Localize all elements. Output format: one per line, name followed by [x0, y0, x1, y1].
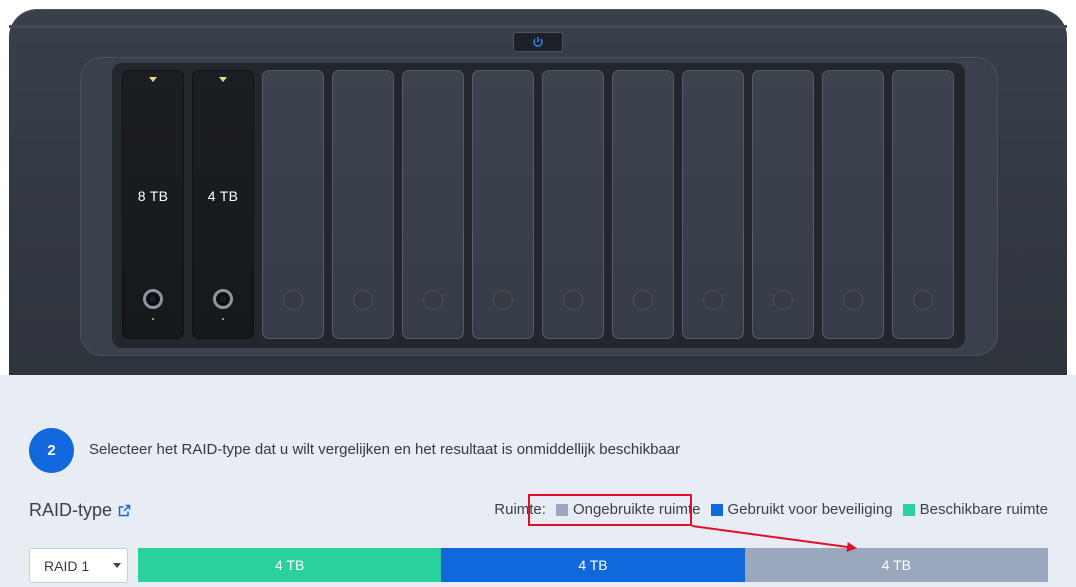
drive-lock-icon	[143, 289, 163, 309]
annotation-highlight-box	[528, 494, 692, 526]
drive-lock-icon	[213, 289, 233, 309]
legend-swatch	[710, 503, 723, 516]
bar-segment-unused: 4 TB	[744, 548, 1048, 582]
step-instruction: Selecteer het RAID-type dat u wilt verge…	[89, 441, 681, 458]
bay-lock-icon	[353, 290, 373, 310]
legend-item-protection: Gebruikt voor beveiliging	[710, 501, 893, 518]
empty-bay-7[interactable]	[542, 70, 604, 339]
drive-capacity: 4 TB	[207, 188, 239, 204]
drive-bay-2[interactable]: 4 TB	[192, 70, 254, 339]
drive-led-icon	[149, 77, 157, 82]
chevron-down-icon	[113, 563, 121, 568]
drive-led-icon	[219, 77, 227, 82]
bar-segment-available: 4 TB	[138, 548, 442, 582]
bay-lock-icon	[633, 290, 653, 310]
raid-type-selected: RAID 1	[44, 557, 90, 574]
bay-lock-icon	[493, 290, 513, 310]
raid-type-select[interactable]: RAID 1	[29, 548, 128, 583]
empty-bay-11[interactable]	[822, 70, 884, 339]
power-button	[513, 32, 563, 52]
bay-lock-icon	[283, 290, 303, 310]
nas-top-edge	[9, 25, 1067, 28]
drive-indicator-dot	[222, 318, 224, 320]
bay-lock-icon	[843, 290, 863, 310]
drive-capacity: 8 TB	[137, 188, 169, 204]
empty-bay-5[interactable]	[402, 70, 464, 339]
raid-type-heading: RAID-type	[29, 500, 131, 521]
empty-bay-3[interactable]	[262, 70, 324, 339]
raid-type-label: RAID-type	[29, 500, 113, 520]
bay-lock-icon	[563, 290, 583, 310]
legend-item-available: Beschikbare ruimte	[902, 501, 1048, 518]
bar-segment-protection: 4 TB	[441, 548, 745, 582]
legend-label: Gebruikt voor beveiliging	[727, 501, 893, 518]
drive-indicator-dot	[152, 318, 154, 320]
space-bar: 4 TB 4 TB 4 TB	[138, 548, 1048, 582]
bay-lock-icon	[703, 290, 723, 310]
empty-bay-4[interactable]	[332, 70, 394, 339]
bay-lock-icon	[913, 290, 933, 310]
empty-bay-10[interactable]	[752, 70, 814, 339]
empty-bay-8[interactable]	[612, 70, 674, 339]
bay-lock-icon	[423, 290, 443, 310]
power-icon	[533, 37, 543, 47]
empty-bay-12[interactable]	[892, 70, 954, 339]
empty-bay-6[interactable]	[472, 70, 534, 339]
step-badge: 2	[29, 428, 74, 473]
legend-swatch	[902, 503, 915, 516]
drive-bay-1[interactable]: 8 TB	[122, 70, 184, 339]
bay-lock-icon	[773, 290, 793, 310]
empty-bay-9[interactable]	[682, 70, 744, 339]
legend-label: Beschikbare ruimte	[919, 501, 1048, 518]
external-link-icon[interactable]	[118, 504, 131, 517]
